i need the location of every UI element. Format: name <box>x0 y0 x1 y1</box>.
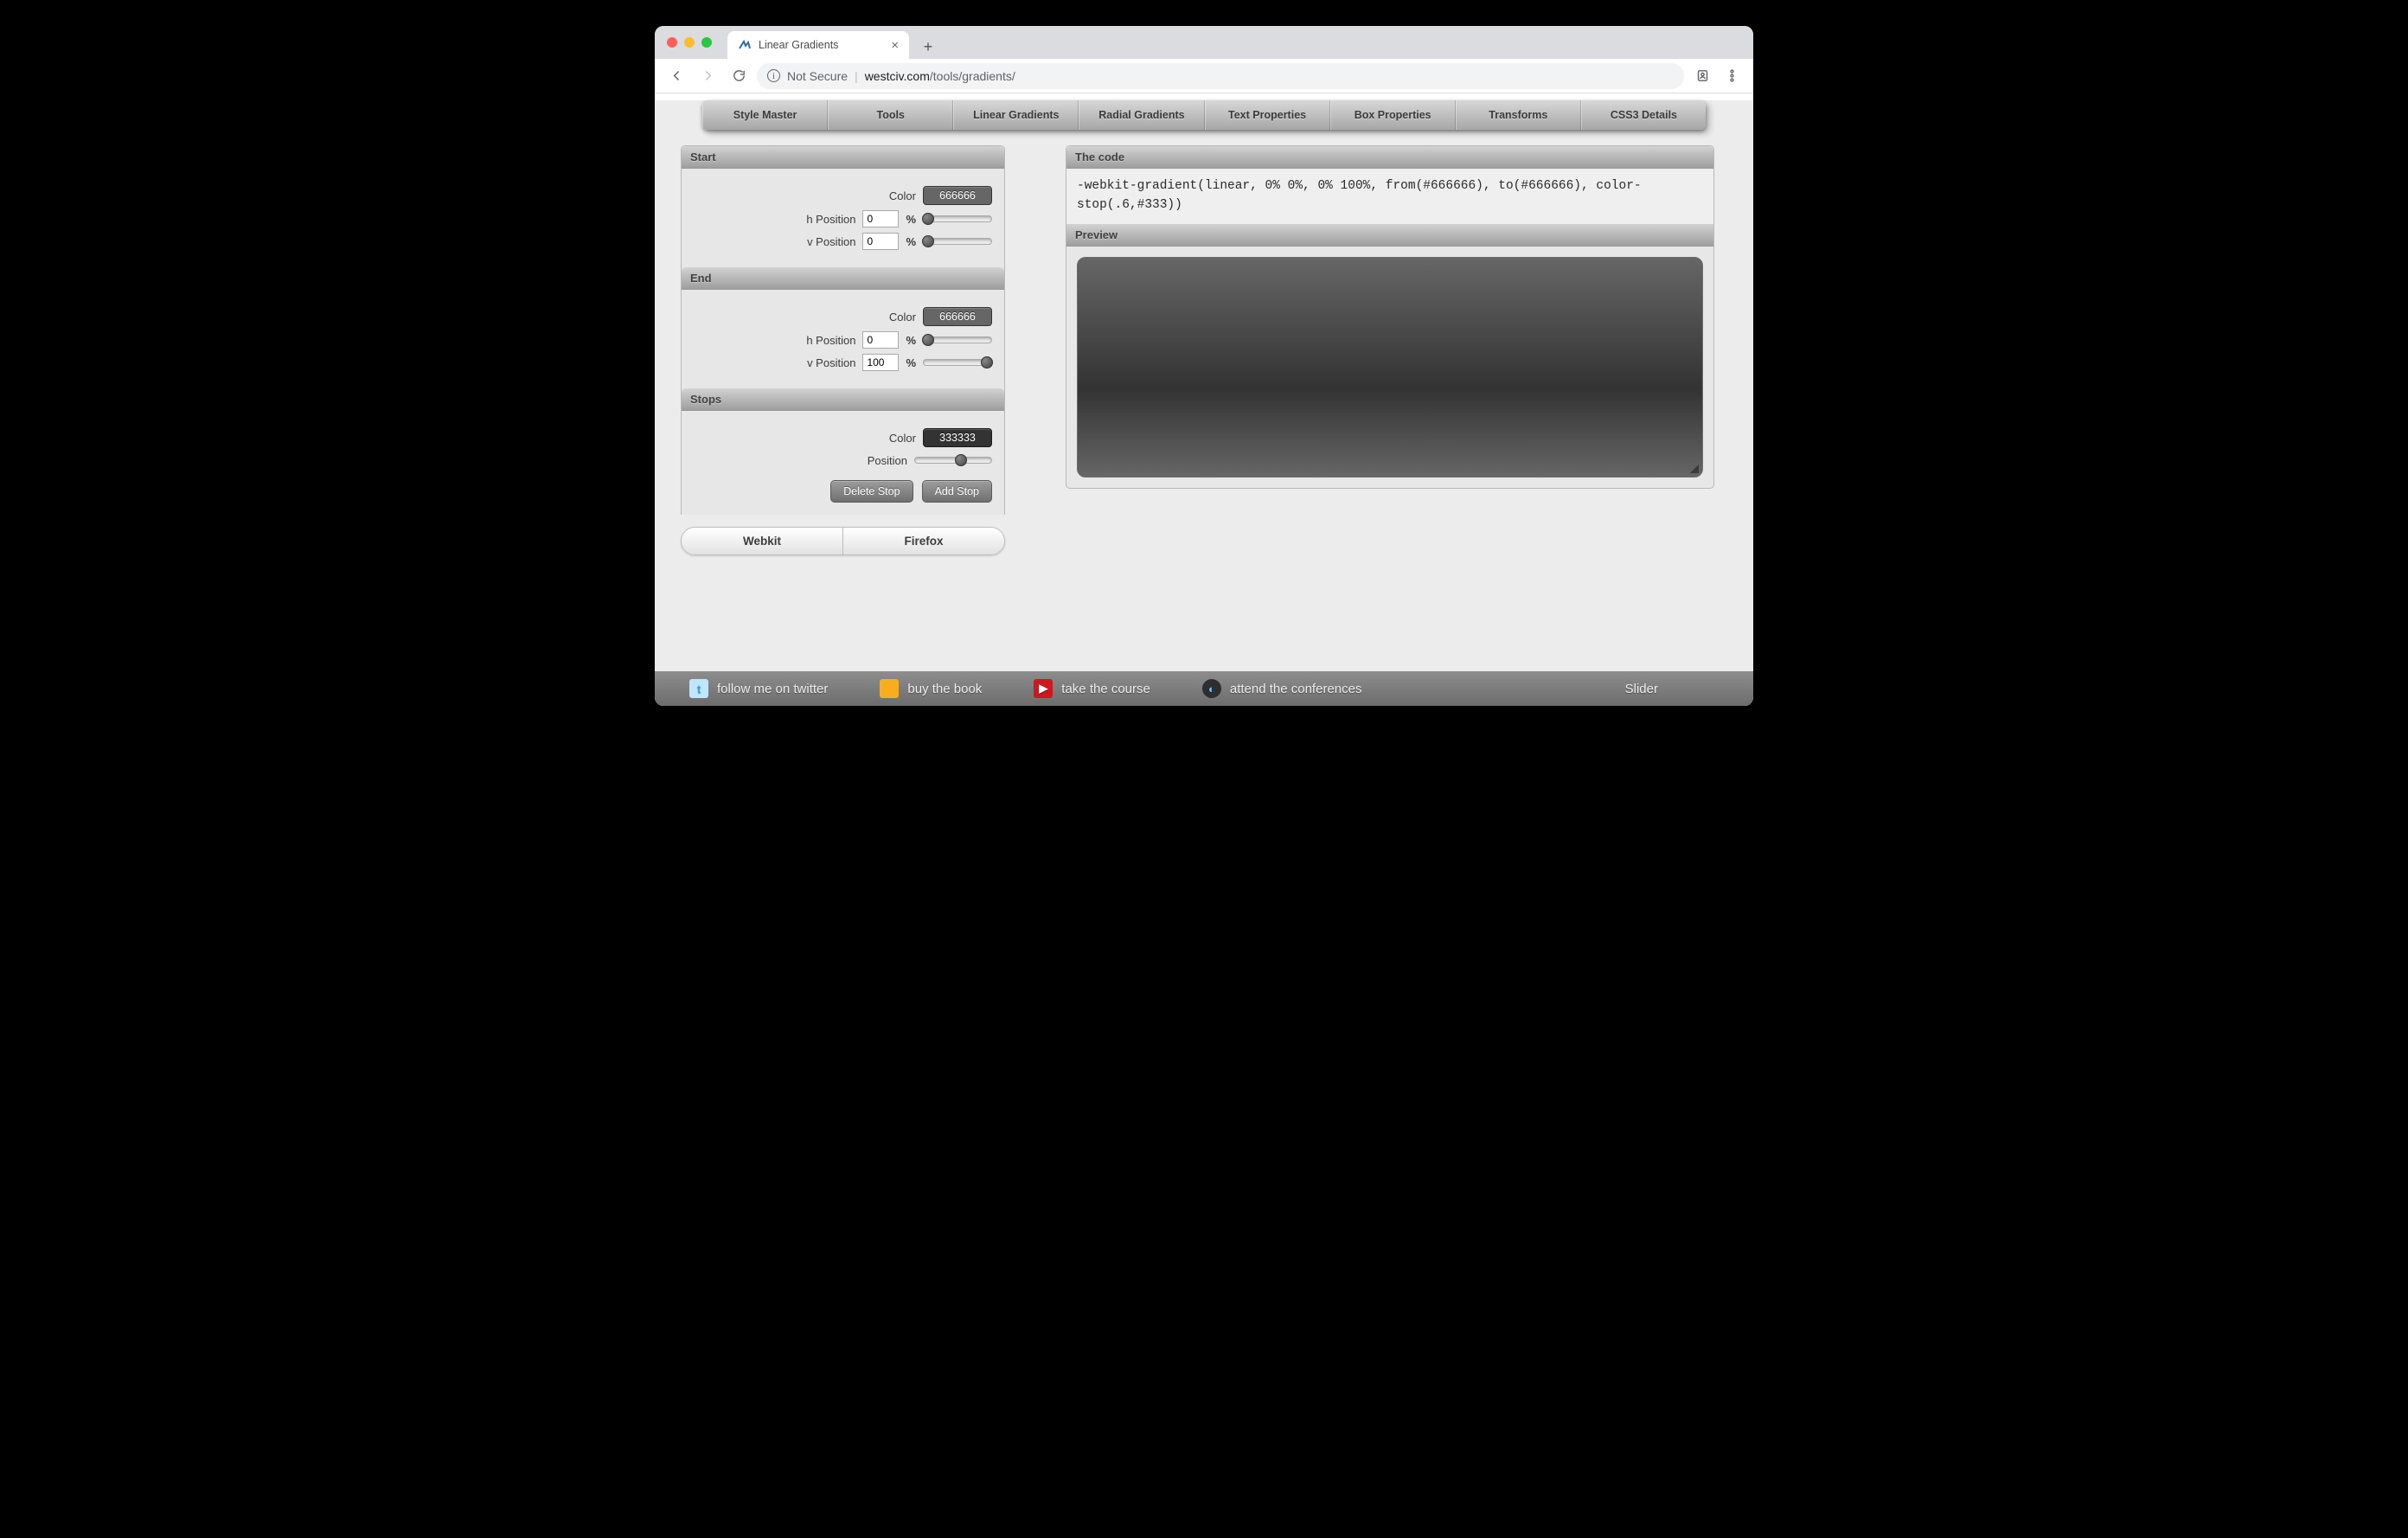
start-header: Start <box>682 146 1004 169</box>
end-color-swatch[interactable]: 666666 <box>923 307 992 326</box>
seg-webkit[interactable]: Webkit <box>682 528 842 554</box>
start-vpos-slider[interactable] <box>923 234 992 249</box>
footer-twitter-label: follow me on twitter <box>717 682 828 696</box>
nav-transforms[interactable]: Transforms <box>1456 100 1581 130</box>
preview-header: Preview <box>1066 224 1713 247</box>
code-panel: The code -webkit-gradient(linear, 0% 0%,… <box>1066 145 1714 489</box>
account-icon[interactable] <box>1689 63 1715 89</box>
delete-stop-button[interactable]: Delete Stop <box>830 480 913 503</box>
security-status: Not Secure <box>787 69 848 83</box>
menu-icon[interactable] <box>1719 63 1745 89</box>
end-vpos-label: v Position <box>807 356 855 369</box>
main-nav: Style Master Tools Linear Gradients Radi… <box>702 100 1706 130</box>
book-icon <box>880 679 899 698</box>
zoom-window[interactable] <box>701 37 712 48</box>
reload-button[interactable] <box>726 63 752 89</box>
url-path: /tools/gradients/ <box>930 69 1015 83</box>
twitter-icon: t <box>689 679 708 698</box>
start-vpos-label: v Position <box>807 235 855 248</box>
globe-icon: ◐ <box>1202 679 1221 698</box>
browser-tab[interactable]: Linear Gradients × <box>727 31 909 59</box>
end-color-label: Color <box>889 311 916 324</box>
footer-book[interactable]: buy the book <box>880 679 982 698</box>
nav-linear-gradients[interactable]: Linear Gradients <box>953 100 1079 130</box>
footer-conf-label: attend the conferences <box>1230 682 1362 696</box>
end-hpos-input[interactable] <box>862 331 899 349</box>
start-hpos-label: h Position <box>806 213 855 226</box>
code-output[interactable]: -webkit-gradient(linear, 0% 0%, 0% 100%,… <box>1066 169 1713 224</box>
unit-percent: % <box>906 235 916 248</box>
stop-pos-slider[interactable] <box>914 452 992 468</box>
stop-pos-label: Position <box>868 454 907 467</box>
preview-box[interactable] <box>1077 257 1703 477</box>
add-stop-button[interactable]: Add Stop <box>922 480 992 503</box>
favicon-icon <box>738 38 752 52</box>
back-button[interactable] <box>663 63 689 89</box>
nav-tools[interactable]: Tools <box>828 100 953 130</box>
url-host: westciv.com <box>865 69 930 83</box>
footer-book-label: buy the book <box>907 682 982 696</box>
window-controls <box>663 26 719 59</box>
close-window[interactable] <box>667 37 677 48</box>
code-header: The code <box>1066 146 1713 169</box>
play-icon: ▶ <box>1034 679 1053 698</box>
end-header: End <box>682 267 1004 290</box>
unit-percent: % <box>906 356 916 369</box>
unit-percent: % <box>906 334 916 347</box>
forward-button[interactable] <box>695 63 720 89</box>
end-hpos-label: h Position <box>806 334 855 347</box>
page-footer: t follow me on twitter buy the book ▶ ta… <box>655 671 1753 706</box>
start-panel: Start Color 666666 h Position % <box>681 145 1005 515</box>
address-bar: i Not Secure | westciv.com/tools/gradien… <box>655 59 1753 93</box>
stop-color-swatch[interactable]: 333333 <box>923 428 992 447</box>
end-vpos-input[interactable] <box>862 354 899 371</box>
footer-course[interactable]: ▶ take the course <box>1034 679 1150 698</box>
close-tab-icon[interactable]: × <box>891 39 899 52</box>
footer-conferences[interactable]: ◐ attend the conferences <box>1202 679 1362 698</box>
nav-text-properties[interactable]: Text Properties <box>1205 100 1330 130</box>
start-vpos-input[interactable] <box>862 233 899 250</box>
nav-style-master[interactable]: Style Master <box>702 100 828 130</box>
engine-segmented: Webkit Firefox <box>681 527 1005 555</box>
tab-strip: Linear Gradients × + <box>655 26 1753 59</box>
page-content: Style Master Tools Linear Gradients Radi… <box>655 100 1753 706</box>
info-icon: i <box>767 69 780 82</box>
footer-slider[interactable]: Slider <box>1625 682 1658 696</box>
end-vpos-slider[interactable] <box>923 355 992 370</box>
start-color-label: Color <box>889 189 916 202</box>
unit-percent: % <box>906 213 916 226</box>
nav-box-properties[interactable]: Box Properties <box>1330 100 1456 130</box>
seg-firefox[interactable]: Firefox <box>842 528 1004 554</box>
stop-color-label: Color <box>889 432 916 445</box>
end-hpos-slider[interactable] <box>923 332 992 348</box>
start-color-swatch[interactable]: 666666 <box>923 186 992 205</box>
browser-window: Linear Gradients × + i Not Secure | west… <box>655 26 1753 706</box>
nav-css3-details[interactable]: CSS3 Details <box>1581 100 1706 130</box>
footer-twitter[interactable]: t follow me on twitter <box>689 679 828 698</box>
omnibox[interactable]: i Not Secure | westciv.com/tools/gradien… <box>757 63 1684 89</box>
stops-header: Stops <box>682 388 1004 411</box>
footer-course-label: take the course <box>1061 682 1150 696</box>
start-hpos-input[interactable] <box>862 210 899 227</box>
nav-radial-gradients[interactable]: Radial Gradients <box>1079 100 1204 130</box>
start-hpos-slider[interactable] <box>923 211 992 227</box>
tab-title: Linear Gradients <box>759 39 838 51</box>
new-tab-button[interactable]: + <box>916 35 940 59</box>
minimize-window[interactable] <box>684 37 695 48</box>
